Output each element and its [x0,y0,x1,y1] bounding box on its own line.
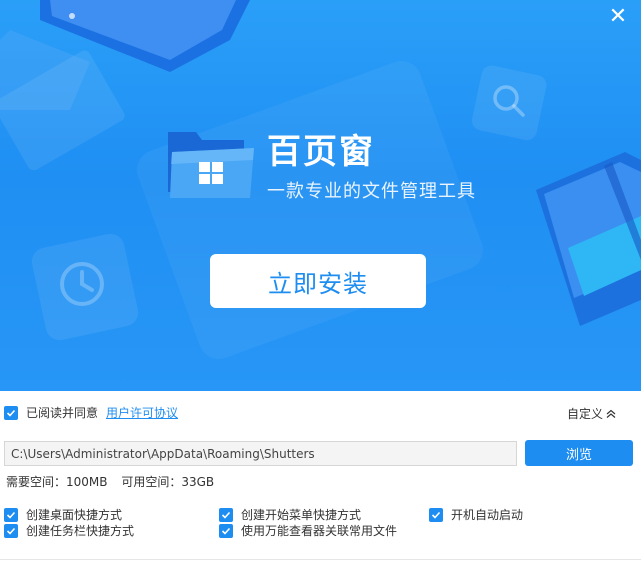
option-desktop-shortcut[interactable]: 创建桌面快捷方式 [4,506,122,523]
agreement-row: 已阅读并同意 用户许可协议 [4,404,178,421]
disk-space-info: 需要空间：100MB 可用空间：33GB [6,473,214,490]
option-label: 开机自动启动 [451,508,524,522]
keyboard-decoration [0,50,125,170]
install-path-input[interactable] [4,441,517,466]
custom-label: 自定义 [566,407,603,421]
option-label: 创建任务栏快捷方式 [26,524,135,538]
agreement-checkbox[interactable] [4,405,18,420]
option-label: 创建开始菜单快捷方式 [241,508,362,522]
agreement-label: 已阅读并同意 [26,406,99,420]
notebook-icon [536,152,641,326]
option-file-association[interactable]: 使用万能查看器关联常用文件 [219,522,397,539]
option-label: 使用万能查看器关联常用文件 [241,524,398,538]
option-checkbox[interactable] [4,523,18,538]
app-subtitle: 一款专业的文件管理工具 [267,181,476,202]
close-icon: ✕ [608,4,628,29]
app-title: 百页窗 [267,132,375,172]
checkbox-check-icon [6,511,16,519]
option-checkbox[interactable] [219,523,233,538]
install-banner: ✕ 百页窗 一款专业的文件管理工具 立即安装 [0,0,641,391]
custom-toggle[interactable]: 自定义 [567,405,617,422]
option-label: 创建桌面快捷方式 [26,508,123,522]
option-checkbox[interactable] [4,507,18,522]
checkbox-check-icon [6,527,16,535]
required-space: 需要空间：100MB [6,475,108,489]
option-taskbar-shortcut[interactable]: 创建任务栏快捷方式 [4,522,134,539]
license-agreement-link[interactable]: 用户许可协议 [106,404,178,421]
available-space: 可用空间：33GB [121,475,215,489]
install-options-panel: 已阅读并同意 用户许可协议 自定义 浏览 需要空间：100MB 可用空间：33G… [0,391,641,568]
option-start-menu-shortcut[interactable]: 创建开始菜单快捷方式 [219,506,361,523]
close-button[interactable]: ✕ [605,6,631,32]
divider [0,559,641,560]
checkbox-check-icon [6,409,16,417]
option-checkbox[interactable] [429,507,443,522]
folder-logo-icon [168,132,254,198]
option-checkbox[interactable] [219,507,233,522]
chevron-up-icon [606,409,616,418]
option-auto-start[interactable]: 开机自动启动 [429,506,523,523]
install-now-button[interactable]: 立即安装 [210,254,426,308]
light-panel-decoration [137,60,483,360]
checkbox-check-icon [221,511,231,519]
checkbox-check-icon [431,511,441,519]
browse-button[interactable]: 浏览 [525,440,633,466]
checkbox-check-icon [221,527,231,535]
